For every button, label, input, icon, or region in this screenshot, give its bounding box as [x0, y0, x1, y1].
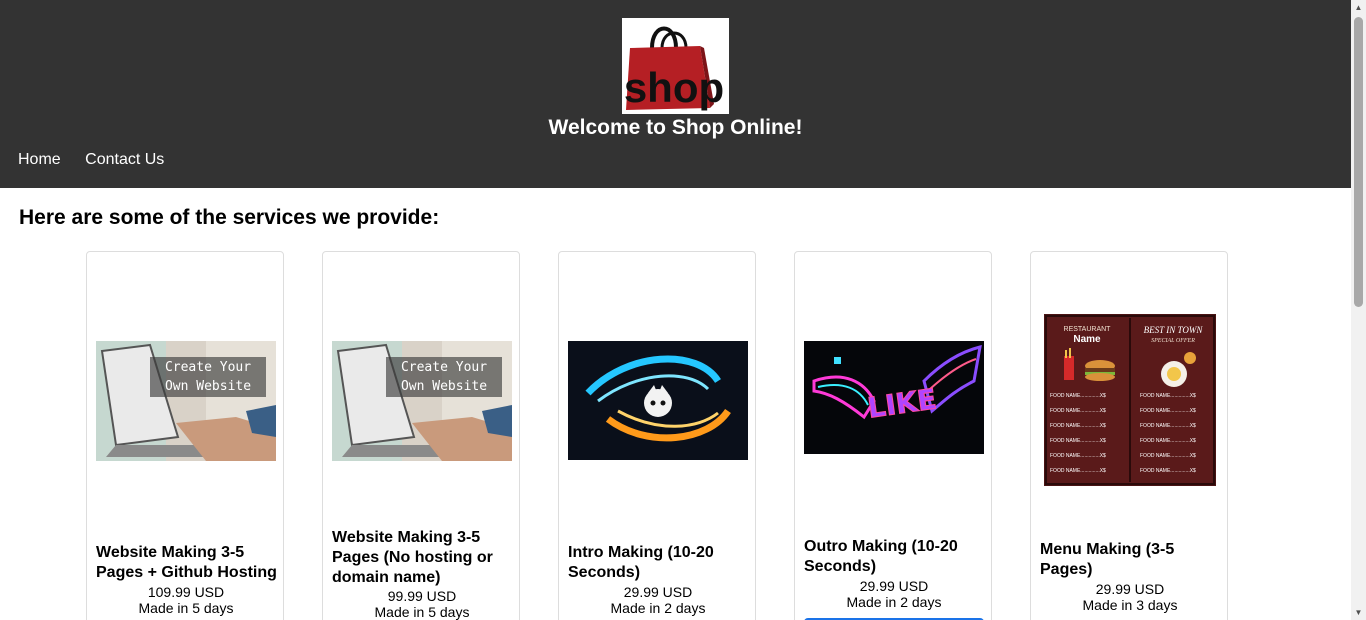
main-nav: Home Contact Us	[18, 151, 184, 169]
page: shop Welcome to Shop Online! Home Contac…	[0, 0, 1351, 620]
product-card-outro[interactable]: LIKE Outro Making (10-20 Seconds) 29.99 …	[794, 251, 992, 620]
site-header: shop Welcome to Shop Online! Home Contac…	[0, 0, 1351, 188]
shop-logo[interactable]: shop	[622, 18, 729, 114]
product-delivery: Made in 2 days	[610, 600, 706, 616]
product-delivery: Made in 5 days	[138, 600, 234, 616]
image-caption-line2: Own Website	[401, 379, 487, 394]
scrollbar-thumb[interactable]	[1354, 17, 1363, 307]
svg-text:FOOD NAME..............X$: FOOD NAME..............X$	[1050, 453, 1106, 459]
product-price: 109.99 USD	[147, 584, 225, 600]
product-price: 29.99 USD	[1095, 581, 1165, 597]
product-card-website-hosting[interactable]: Create Your Own Website Website Making 3…	[86, 251, 284, 620]
product-price: 29.99 USD	[859, 578, 929, 594]
nav-home-link[interactable]: Home	[18, 151, 61, 169]
outro-like-image: LIKE	[804, 341, 984, 454]
menu-name-label: Name	[1073, 334, 1101, 345]
svg-text:FOOD NAME..............X$: FOOD NAME..............X$	[1050, 438, 1106, 444]
product-card-website-no-hosting[interactable]: Create Your Own Website Website Making 3…	[322, 251, 520, 620]
scroll-up-arrow-icon[interactable]: ▲	[1351, 0, 1366, 15]
svg-text:FOOD NAME..............X$: FOOD NAME..............X$	[1140, 468, 1196, 474]
logo-text: shop	[624, 64, 724, 111]
svg-text:FOOD NAME..............X$: FOOD NAME..............X$	[1050, 393, 1106, 399]
svg-text:FOOD NAME..............X$: FOOD NAME..............X$	[1140, 453, 1196, 459]
section-title: Here are some of the services we provide…	[19, 206, 440, 229]
product-name: Website Making 3-5 Pages + Github Hostin…	[96, 544, 277, 581]
svg-text:FOOD NAME..............X$: FOOD NAME..............X$	[1050, 423, 1106, 429]
image-caption-line1: Create Your	[401, 360, 487, 375]
product-card-menu[interactable]: RESTAURANT Name BEST IN TOWN SPECIAL OFF…	[1030, 251, 1228, 620]
product-name: Menu Making (3-5 Pages)	[1040, 541, 1175, 578]
scroll-down-arrow-icon[interactable]: ▼	[1351, 605, 1366, 620]
svg-text:FOOD NAME..............X$: FOOD NAME..............X$	[1140, 438, 1196, 444]
image-caption-line1: Create Your	[165, 360, 251, 375]
menu-best-in-town: BEST IN TOWN	[1144, 325, 1204, 335]
product-price: 99.99 USD	[387, 588, 457, 604]
product-delivery: Made in 3 days	[1082, 597, 1178, 613]
product-name: Outro Making (10-20 Seconds)	[804, 538, 958, 575]
product-delivery: Made in 2 days	[846, 594, 942, 610]
svg-text:FOOD NAME..............X$: FOOD NAME..............X$	[1050, 468, 1106, 474]
nav-contact-us-link[interactable]: Contact Us	[85, 151, 164, 169]
product-delivery: Made in 5 days	[374, 604, 470, 620]
shopping-bag-icon: shop	[624, 26, 724, 111]
menu-restaurant-label: RESTAURANT	[1064, 326, 1112, 333]
vertical-scrollbar[interactable]: ▲ ▼	[1351, 0, 1366, 620]
svg-text:FOOD NAME..............X$: FOOD NAME..............X$	[1050, 408, 1106, 414]
product-name: Website Making 3-5 Pages (No hosting or …	[332, 529, 493, 586]
svg-text:FOOD NAME..............X$: FOOD NAME..............X$	[1140, 408, 1196, 414]
laptop-website-image: Create Your Own Website	[332, 341, 512, 461]
laptop-website-image: Create Your Own Website	[96, 341, 276, 461]
image-caption-line2: Own Website	[165, 379, 251, 394]
product-name: Intro Making (10-20 Seconds)	[568, 544, 714, 581]
svg-text:FOOD NAME..............X$: FOOD NAME..............X$	[1140, 393, 1196, 399]
svg-text:FOOD NAME..............X$: FOOD NAME..............X$	[1140, 423, 1196, 429]
intro-logo-image	[568, 341, 748, 460]
site-title: Welcome to Shop Online!	[548, 116, 803, 139]
product-card-intro[interactable]: Intro Making (10-20 Seconds) 29.99 USD M…	[558, 251, 756, 620]
product-price: 29.99 USD	[623, 584, 693, 600]
menu-design-image: RESTAURANT Name BEST IN TOWN SPECIAL OFF…	[1044, 314, 1216, 486]
menu-special-offer: SPECIAL OFFER	[1151, 338, 1195, 344]
